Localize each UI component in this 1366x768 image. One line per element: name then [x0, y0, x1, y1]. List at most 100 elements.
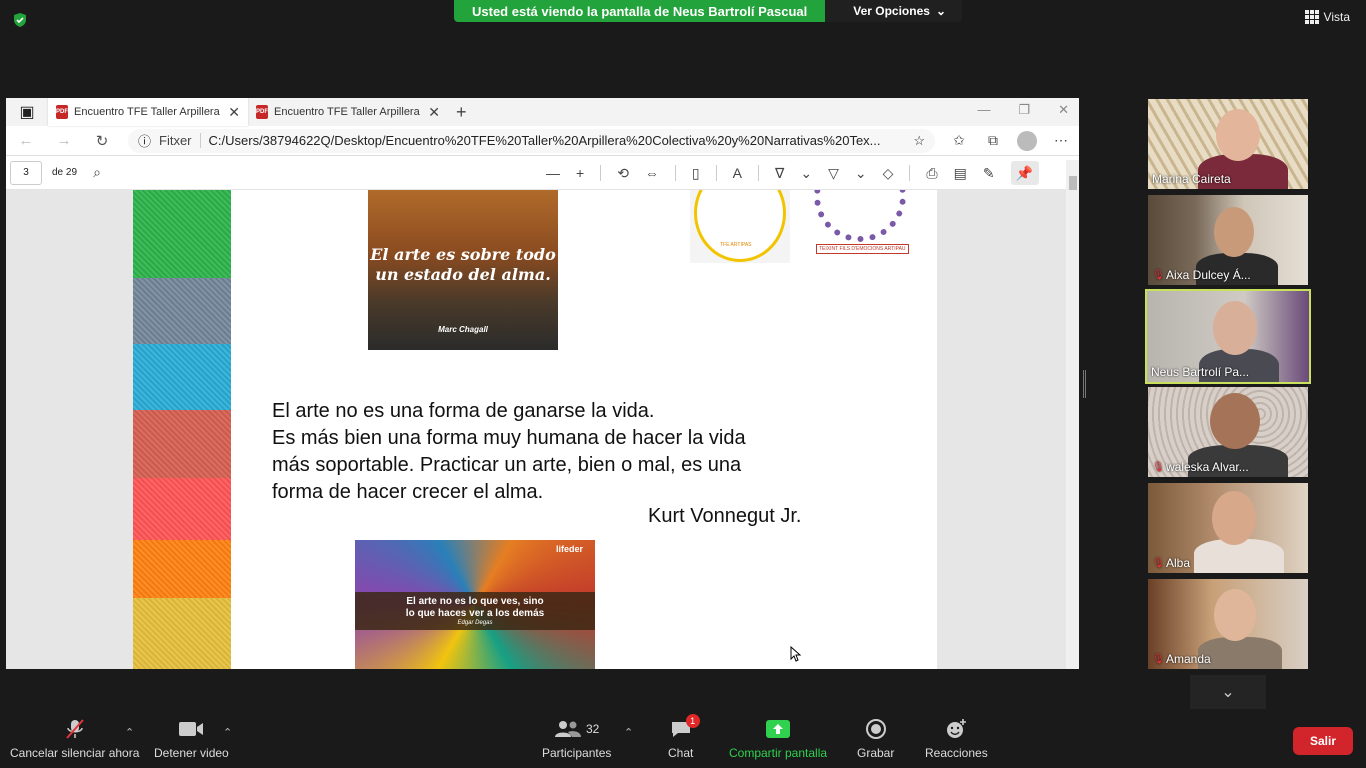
- shared-screen-browser: ▣ PDF Encuentro TFE Taller Arpillera Co …: [6, 98, 1079, 669]
- leave-button[interactable]: Salir: [1293, 727, 1353, 755]
- scrollbar-thumb[interactable]: [1069, 176, 1077, 190]
- participant-tile[interactable]: 🎙 Amanda: [1148, 579, 1308, 669]
- participant-name: 🎙 Alba: [1152, 556, 1190, 570]
- chat-label: Chat: [668, 746, 694, 760]
- profile-avatar[interactable]: [1017, 130, 1037, 151]
- more-participants-button[interactable]: ⌄: [1190, 675, 1266, 709]
- share-screen-button[interactable]: Compartir pantalla: [729, 718, 827, 760]
- participant-name: Neus Bartrolí Pa...: [1151, 365, 1250, 379]
- rotate-icon[interactable]: ⟲: [617, 165, 629, 182]
- panel-resize-handle[interactable]: [1083, 370, 1086, 398]
- chevron-down-icon[interactable]: ⌄: [855, 165, 867, 182]
- view-options-label: Ver Opciones: [853, 4, 930, 18]
- fit-page-icon[interactable]: ⇔: [645, 165, 659, 181]
- participant-tile-active-speaker[interactable]: Neus Bartrolí Pa...: [1145, 289, 1311, 384]
- close-tab-icon[interactable]: ✕: [228, 104, 240, 121]
- chat-button[interactable]: 1 Chat: [668, 714, 700, 760]
- draw-icon[interactable]: ∇: [775, 165, 784, 182]
- zoom-out-icon[interactable]: —: [546, 165, 560, 181]
- browser-tab-1[interactable]: PDF Encuentro TFE Taller Arpillera Co ✕: [48, 98, 248, 126]
- record-icon: [865, 718, 887, 740]
- audio-options-caret-icon[interactable]: ⌃: [125, 726, 134, 739]
- restore-icon[interactable]: ❐: [1018, 102, 1030, 118]
- chagall-quote-text: El arte es sobre todo un estado del alma…: [370, 245, 556, 284]
- tab-title: Encuentro TFE Taller Arpillera Co: [274, 106, 423, 118]
- participants-icon: 32: [554, 718, 599, 740]
- view-button[interactable]: Vista: [1304, 10, 1350, 24]
- address-bar-row: ← → ↻ ⓘ Fitxer C:/Users/38794622Q/Deskto…: [6, 126, 1079, 156]
- participant-tile[interactable]: 🎙 waleska Alvar...: [1148, 387, 1308, 477]
- browser-tab-2[interactable]: PDF Encuentro TFE Taller Arpillera Co ✕: [248, 98, 448, 126]
- participant-tile[interactable]: 🎙 Aixa Dulcey Á...: [1148, 195, 1308, 285]
- forward-arrow-icon[interactable]: →: [52, 132, 76, 149]
- degas-quote-line: El arte no es lo que ves, sino: [406, 596, 544, 607]
- participants-button[interactable]: 32 Participantes: [542, 718, 611, 760]
- minimize-icon[interactable]: —: [977, 102, 990, 118]
- participant-name-text: Alba: [1166, 556, 1191, 570]
- degas-author-text: Edgar Degas: [457, 620, 493, 626]
- record-label: Grabar: [857, 746, 895, 760]
- security-shield-icon[interactable]: [12, 12, 28, 28]
- meeting-toolbar: Cancelar silenciar ahora ⌃ Detener video…: [0, 710, 1366, 768]
- participant-name-text: Amanda: [1166, 652, 1211, 666]
- save-icon[interactable]: ▤: [954, 165, 967, 182]
- record-button[interactable]: Grabar: [857, 718, 894, 760]
- participant-tile[interactable]: 🎙 Alba: [1148, 483, 1308, 573]
- chevron-down-icon[interactable]: ⌄: [800, 165, 812, 182]
- save-as-icon[interactable]: ✎: [983, 165, 995, 182]
- read-aloud-icon[interactable]: A: [733, 165, 742, 181]
- pdf-scrollbar[interactable]: [1066, 160, 1079, 669]
- print-icon[interactable]: ⎙: [926, 165, 937, 182]
- tab-title: Encuentro TFE Taller Arpillera Co: [74, 106, 223, 118]
- view-options-button[interactable]: Ver Opciones ⌄: [825, 0, 962, 22]
- participants-count: 32: [586, 722, 600, 736]
- unmute-button[interactable]: Cancelar silenciar ahora: [10, 718, 139, 760]
- pin-toolbar-icon[interactable]: 📌: [1010, 161, 1039, 185]
- view-label: Vista: [1323, 10, 1350, 24]
- chagall-author-text: Marc Chagall: [438, 325, 488, 334]
- quote-line: El arte no es una forma de ganarse la vi…: [272, 400, 655, 422]
- logo-ring: [694, 190, 786, 262]
- more-menu-icon[interactable]: ⋯: [1051, 132, 1071, 149]
- chevron-down-icon: ⌄: [935, 4, 946, 18]
- close-window-icon[interactable]: ✕: [1058, 102, 1069, 118]
- video-options-caret-icon[interactable]: ⌃: [223, 726, 232, 739]
- zoom-in-icon[interactable]: +: [576, 165, 584, 181]
- page-total: de 29: [52, 167, 78, 178]
- share-screen-label: Compartir pantalla: [729, 746, 828, 760]
- mic-muted-icon: 🎙: [1152, 653, 1165, 665]
- separator: [757, 165, 759, 181]
- refresh-icon[interactable]: ↻: [90, 132, 114, 150]
- mouse-cursor-icon: [790, 646, 802, 662]
- participant-tile[interactable]: Marina Caireta: [1148, 99, 1308, 189]
- participants-options-caret-icon[interactable]: ⌃: [624, 726, 633, 739]
- new-tab-icon[interactable]: +: [456, 102, 467, 123]
- page-number-input[interactable]: 3: [10, 160, 42, 185]
- participant-name: 🎙 waleska Alvar...: [1152, 460, 1249, 474]
- art2-band: El arte no es lo que ves, sino lo que ha…: [355, 592, 595, 630]
- vonnegut-quote: El arte no es una forma de ganarse la vi…: [272, 398, 746, 506]
- mic-muted-icon: 🎙: [1152, 269, 1165, 281]
- mic-muted-icon: 🎙: [1152, 461, 1165, 473]
- pdf-page: El arte es sobre todo un estado del alma…: [133, 190, 937, 669]
- back-arrow-icon[interactable]: ←: [14, 132, 38, 149]
- page-view-icon[interactable]: ▯: [692, 165, 700, 182]
- art2-brand: lifeder: [555, 544, 583, 554]
- logo-circle: [814, 190, 906, 242]
- degas-quote-line: lo que haces ver a los demás: [405, 608, 545, 619]
- stop-video-button[interactable]: Detener video: [154, 718, 229, 760]
- favorites-icon[interactable]: ✩: [949, 132, 969, 149]
- workspaces-icon[interactable]: ▣: [6, 102, 48, 122]
- zoom-meeting-window: Usted está viendo la pantalla de Neus Ba…: [0, 0, 1366, 768]
- chat-unread-badge: 1: [685, 714, 700, 728]
- reactions-button[interactable]: Reacciones: [925, 718, 988, 760]
- collections-icon[interactable]: ⧉: [983, 132, 1003, 149]
- eraser-icon[interactable]: ◇: [883, 165, 894, 182]
- address-input[interactable]: ⓘ Fitxer C:/Users/38794622Q/Desktop/Encu…: [128, 128, 935, 153]
- close-tab-icon[interactable]: ✕: [428, 104, 440, 121]
- search-icon[interactable]: ⌕: [87, 164, 107, 181]
- browser-tab-bar: ▣ PDF Encuentro TFE Taller Arpillera Co …: [6, 98, 1079, 126]
- pdf-viewer[interactable]: El arte es sobre todo un estado del alma…: [6, 190, 1066, 669]
- favorite-star-icon[interactable]: ☆: [913, 133, 925, 149]
- highlight-icon[interactable]: ▽: [828, 165, 839, 182]
